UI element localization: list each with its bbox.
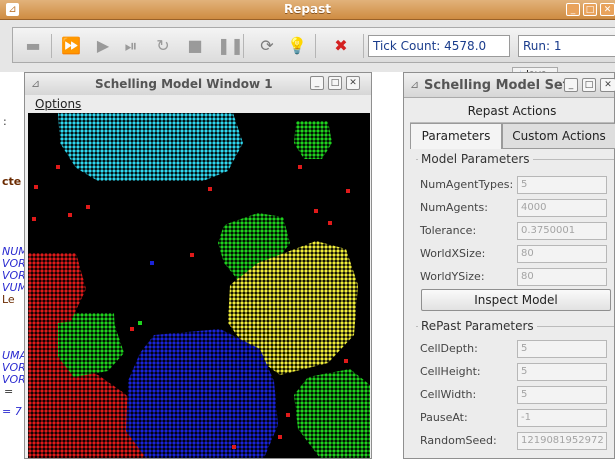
- settings-tabs: Parameters Custom Actions: [410, 123, 615, 149]
- code-fragment: cte: [2, 175, 22, 188]
- settings-window-title: Schelling Model Set: [424, 78, 569, 93]
- param-label: RandomSeed:: [420, 434, 497, 447]
- step-forward-icon[interactable]: ⏩: [61, 36, 81, 56]
- model-window-title: Schelling Model Window 1: [95, 77, 273, 91]
- param-label: CellWidth:: [420, 388, 477, 401]
- open-icon[interactable]: ▬: [23, 36, 43, 56]
- toolbar-separator: [243, 34, 244, 58]
- tolerance-field[interactable]: 0.3750001: [517, 222, 607, 240]
- cyan-cluster: [58, 113, 243, 181]
- param-label: WorldYSize:: [420, 270, 485, 283]
- param-label: NumAgentTypes:: [420, 178, 514, 191]
- maximize-icon[interactable]: □: [583, 3, 597, 16]
- param-label: Tolerance:: [420, 224, 477, 237]
- cell-height-field[interactable]: 5: [517, 363, 607, 381]
- toolbar-separator: [363, 34, 364, 58]
- minimize-icon[interactable]: _: [566, 3, 580, 16]
- minimize-icon[interactable]: _: [310, 76, 324, 90]
- code-fragment: :: [3, 115, 7, 128]
- options-menu[interactable]: Options: [35, 97, 81, 111]
- param-label: WorldXSize:: [420, 247, 486, 260]
- run-field: Run: 1: [518, 35, 615, 57]
- stop-icon[interactable]: ■: [185, 36, 205, 56]
- close-icon[interactable]: ✕: [600, 3, 615, 16]
- lightbulb-icon[interactable]: 💡: [287, 36, 307, 56]
- random-seed-field[interactable]: 1219081952972: [517, 432, 607, 450]
- tab-label: Custom Actions: [512, 129, 606, 143]
- code-fragment: Le: [2, 293, 15, 306]
- close-icon[interactable]: ✕: [346, 76, 360, 90]
- cell-width-field[interactable]: 5: [517, 386, 607, 404]
- num-agents-field[interactable]: 4000: [517, 199, 607, 217]
- pause-icon[interactable]: ❚❚: [217, 36, 244, 56]
- toolbar: ▬ ⏩ ▶ ⏯ ↻ ■ ❚❚ ⟳ 💡 ✖ Tick Count: 4578.0 …: [0, 20, 615, 72]
- param-label: CellDepth:: [420, 342, 478, 355]
- param-label: PauseAt:: [420, 411, 468, 424]
- agent-grid[interactable]: [28, 113, 370, 458]
- tick-count-field: Tick Count: 4578.0: [368, 35, 510, 57]
- num-agent-types-field[interactable]: 5: [517, 176, 607, 194]
- tab-parameters[interactable]: Parameters: [410, 123, 502, 149]
- blue-cluster: [126, 329, 278, 458]
- exit-icon[interactable]: ✖: [331, 36, 351, 56]
- model-parameters-group: Model Parameters: [416, 152, 614, 166]
- refresh-icon[interactable]: ⟳: [257, 36, 277, 56]
- settings-window: ⊿ Schelling Model Set _ □ ✕ Repast Actio…: [403, 72, 615, 459]
- repast-parameters-label: RePast Parameters: [418, 319, 537, 333]
- cell-depth-field[interactable]: 5: [517, 340, 607, 358]
- schelling-model-window: ⊿ Schelling Model Window 1 _ □ ✕ Options: [24, 72, 372, 459]
- toolbar-separator: [315, 34, 316, 58]
- maximize-icon[interactable]: □: [328, 76, 342, 90]
- tab-label: Parameters: [421, 129, 491, 143]
- inspect-model-button[interactable]: Inspect Model: [421, 289, 611, 311]
- main-titlebar: ⊿ Repast _ □ ✕: [0, 0, 615, 20]
- repast-actions-bar[interactable]: Repast Actions: [410, 100, 614, 123]
- pause-at-field[interactable]: -1: [517, 409, 607, 427]
- repast-actions-label: Repast Actions: [467, 104, 557, 118]
- main-window-title: Repast: [284, 2, 331, 16]
- step-icon[interactable]: ⏯: [121, 36, 141, 56]
- green-cluster: [58, 317, 124, 377]
- minimize-icon[interactable]: _: [564, 78, 578, 92]
- green-cluster: [294, 121, 332, 159]
- model-parameters-label: Model Parameters: [418, 152, 533, 166]
- model-window-titlebar: ⊿ Schelling Model Window 1 _ □ ✕: [25, 73, 371, 96]
- close-icon[interactable]: ✕: [600, 78, 615, 92]
- window-icon: ⊿: [31, 77, 41, 90]
- settings-titlebar: ⊿ Schelling Model Set _ □ ✕: [404, 73, 615, 98]
- play-icon[interactable]: ▶: [93, 36, 113, 56]
- code-fragment: =: [4, 385, 14, 398]
- param-label: CellHeight:: [420, 365, 481, 378]
- window-icon: ⊿: [410, 78, 420, 91]
- world-y-size-field[interactable]: 80: [517, 268, 607, 286]
- tab-custom-actions[interactable]: Custom Actions: [502, 123, 615, 149]
- repast-parameters-group: RePast Parameters: [416, 319, 614, 333]
- toolbar-panel: ▬ ⏩ ▶ ⏯ ↻ ■ ❚❚ ⟳ 💡 ✖ Tick Count: 4578.0 …: [12, 27, 615, 63]
- world-x-size-field[interactable]: 80: [517, 245, 607, 263]
- param-label: NumAgents:: [420, 201, 488, 214]
- green-cluster: [294, 369, 370, 458]
- model-menubar: Options: [25, 95, 371, 113]
- toolbar-separator: [51, 34, 52, 58]
- maximize-icon[interactable]: □: [582, 78, 596, 92]
- code-fragment: = 7: [2, 405, 22, 418]
- reset-icon[interactable]: ↻: [153, 36, 173, 56]
